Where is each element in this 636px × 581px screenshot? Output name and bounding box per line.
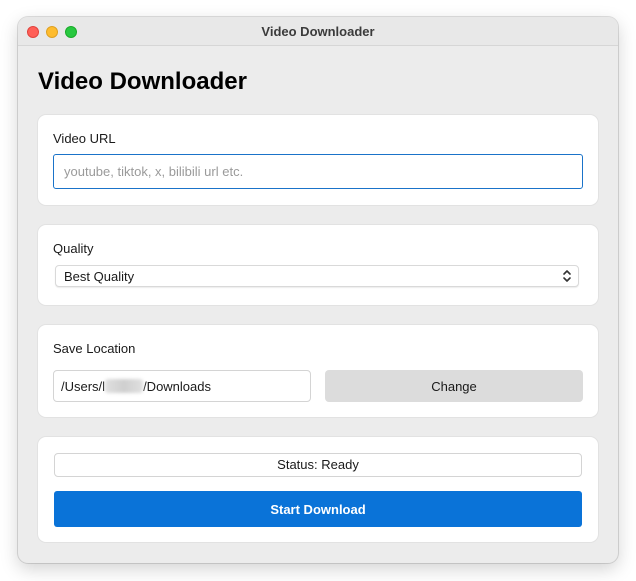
quality-card: Quality Best Quality [38, 225, 598, 305]
redacted-username [105, 379, 144, 393]
status-display: Status: Ready [54, 453, 582, 477]
video-url-label: Video URL [53, 131, 116, 146]
save-location-label: Save Location [53, 341, 136, 356]
save-path-text: /Users/l/Downloads [61, 379, 211, 394]
save-path-prefix: /Users/ [61, 379, 103, 394]
save-path-field: /Users/l/Downloads [53, 370, 311, 402]
quality-label: Quality [53, 241, 94, 256]
status-card: Status: Ready Start Download [38, 437, 598, 542]
app-window: Video Downloader Video Downloader Video … [18, 17, 618, 563]
change-location-button[interactable]: Change [325, 370, 583, 402]
chevron-up-down-icon [563, 270, 571, 282]
quality-select[interactable]: Best Quality [55, 265, 579, 287]
window-title: Video Downloader [261, 24, 375, 39]
quality-selected-value: Best Quality [64, 269, 135, 284]
save-location-card: Save Location /Users/l/Downloads Change [38, 325, 598, 417]
save-path-suffix: /Downloads [143, 379, 211, 394]
video-url-input[interactable] [53, 154, 583, 189]
title-bar[interactable]: Video Downloader [18, 17, 618, 46]
page-title: Video Downloader [38, 68, 247, 95]
start-download-button[interactable]: Start Download [54, 491, 582, 527]
video-url-card: Video URL [38, 115, 598, 205]
